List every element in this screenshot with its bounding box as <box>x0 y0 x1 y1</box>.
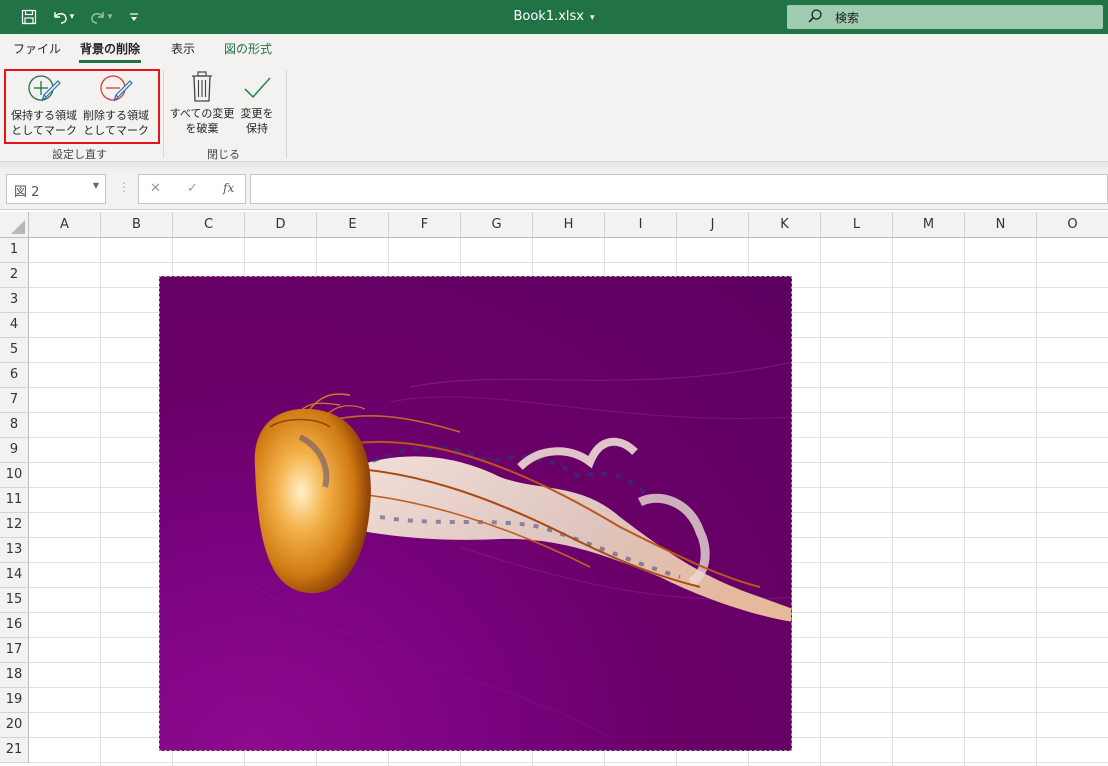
keep-label-line2: としてマーク <box>11 124 77 137</box>
row-header[interactable]: 17 <box>0 638 29 663</box>
keep-changes-label-line2: 保持 <box>246 122 268 135</box>
ribbon: 保持する領域 としてマーク 削除する領域 としてマーク 設定し直す すべての変更… <box>0 64 1108 162</box>
keep-changes-button[interactable]: 変更を 保持 <box>236 72 278 136</box>
jellyfish-picture[interactable] <box>159 276 792 751</box>
keep-label-line1: 保持する領域 <box>11 109 77 122</box>
minus-pencil-icon <box>100 75 133 102</box>
row-header[interactable]: 20 <box>0 713 29 738</box>
more-options-icon[interactable]: ⋮ <box>118 180 130 194</box>
row-header[interactable]: 7 <box>0 388 29 413</box>
column-header[interactable]: B <box>101 212 173 238</box>
insert-function-icon[interactable]: fx <box>223 181 234 195</box>
formula-buttons: ✕ ✓ fx <box>138 174 246 204</box>
row-header[interactable]: 8 <box>0 413 29 438</box>
group-divider <box>163 70 164 158</box>
column-header[interactable]: J <box>677 212 749 238</box>
row-header[interactable]: 19 <box>0 688 29 713</box>
mark-areas-to-remove-button[interactable]: 削除する領域 としてマーク <box>81 72 151 138</box>
row-header[interactable]: 2 <box>0 263 29 288</box>
title-bar: ▾ ▾ Book1.xlsx ▾ 検索 <box>0 0 1108 34</box>
column-header[interactable]: D <box>245 212 317 238</box>
title-dropdown-icon[interactable]: ▾ <box>590 13 595 23</box>
group-divider <box>286 70 287 158</box>
row-header[interactable]: 14 <box>0 563 29 588</box>
row-header[interactable]: 13 <box>0 538 29 563</box>
name-box-value: 図 2 <box>14 185 40 200</box>
row-header[interactable]: 1 <box>0 238 29 263</box>
tab-file[interactable]: ファイル <box>13 40 61 57</box>
column-header[interactable]: O <box>1037 212 1108 238</box>
search-label: 検索 <box>835 11 860 25</box>
discard-label-line2: を破棄 <box>185 122 219 135</box>
refine-group-label: 設定し直す <box>52 148 107 161</box>
row-header[interactable]: 6 <box>0 363 29 388</box>
chevron-down-icon[interactable]: ▼ <box>93 181 99 190</box>
formula-bar: 図 2 ▼ ⋮ ✕ ✓ fx <box>0 172 1108 210</box>
column-header[interactable]: A <box>29 212 101 238</box>
name-box[interactable]: 図 2 ▼ <box>6 174 106 204</box>
row-header[interactable]: 21 <box>0 738 29 763</box>
tab-picture-format[interactable]: 図の形式 <box>224 40 272 57</box>
ribbon-tabs: ファイル 背景の削除 表示 図の形式 <box>0 34 1108 64</box>
column-header[interactable]: K <box>749 212 821 238</box>
tab-background-removal[interactable]: 背景の削除 <box>78 40 142 63</box>
select-all-corner[interactable] <box>0 212 29 238</box>
search-icon <box>807 8 823 28</box>
row-header[interactable]: 15 <box>0 588 29 613</box>
plus-pencil-icon <box>28 75 61 102</box>
enter-icon[interactable]: ✓ <box>187 181 198 196</box>
discard-all-changes-button[interactable]: すべての変更 を破棄 <box>168 70 236 136</box>
ribbon-shadow <box>0 162 1108 172</box>
column-header[interactable]: N <box>965 212 1037 238</box>
column-header[interactable]: I <box>605 212 677 238</box>
keep-changes-label-line1: 変更を <box>240 107 274 120</box>
cancel-icon[interactable]: ✕ <box>150 181 161 196</box>
row-header[interactable]: 18 <box>0 663 29 688</box>
undo-dropdown-icon[interactable]: ▾ <box>66 5 78 29</box>
row-header[interactable]: 16 <box>0 613 29 638</box>
row-header[interactable]: 4 <box>0 313 29 338</box>
column-header[interactable]: M <box>893 212 965 238</box>
close-group-label: 閉じる <box>207 148 240 161</box>
column-header[interactable]: L <box>821 212 893 238</box>
redo-dropdown-icon: ▾ <box>107 12 113 22</box>
row-header[interactable]: 9 <box>0 438 29 463</box>
column-header[interactable]: C <box>173 212 245 238</box>
row-header[interactable]: 3 <box>0 288 29 313</box>
remove-label-line2: としてマーク <box>83 124 149 137</box>
column-header[interactable]: E <box>317 212 389 238</box>
formula-input[interactable] <box>250 174 1108 204</box>
search-box[interactable]: 検索 <box>787 5 1103 29</box>
column-header[interactable]: F <box>389 212 461 238</box>
checkmark-icon <box>244 77 271 99</box>
mark-areas-to-keep-button[interactable]: 保持する領域 としてマーク <box>9 72 79 138</box>
column-header[interactable]: H <box>533 212 605 238</box>
row-header[interactable]: 11 <box>0 488 29 513</box>
jellyfish-image <box>239 361 791 738</box>
trash-icon <box>192 71 212 102</box>
remove-label-line1: 削除する領域 <box>83 109 149 122</box>
save-icon[interactable] <box>17 5 41 29</box>
row-header[interactable]: 12 <box>0 513 29 538</box>
row-header[interactable]: 5 <box>0 338 29 363</box>
tab-view[interactable]: 表示 <box>171 40 195 57</box>
row-header[interactable]: 10 <box>0 463 29 488</box>
column-header[interactable]: G <box>461 212 533 238</box>
file-name[interactable]: Book1.xlsx <box>513 9 584 24</box>
customize-toolbar-icon[interactable] <box>122 5 146 29</box>
discard-label-line1: すべての変更 <box>169 107 235 120</box>
